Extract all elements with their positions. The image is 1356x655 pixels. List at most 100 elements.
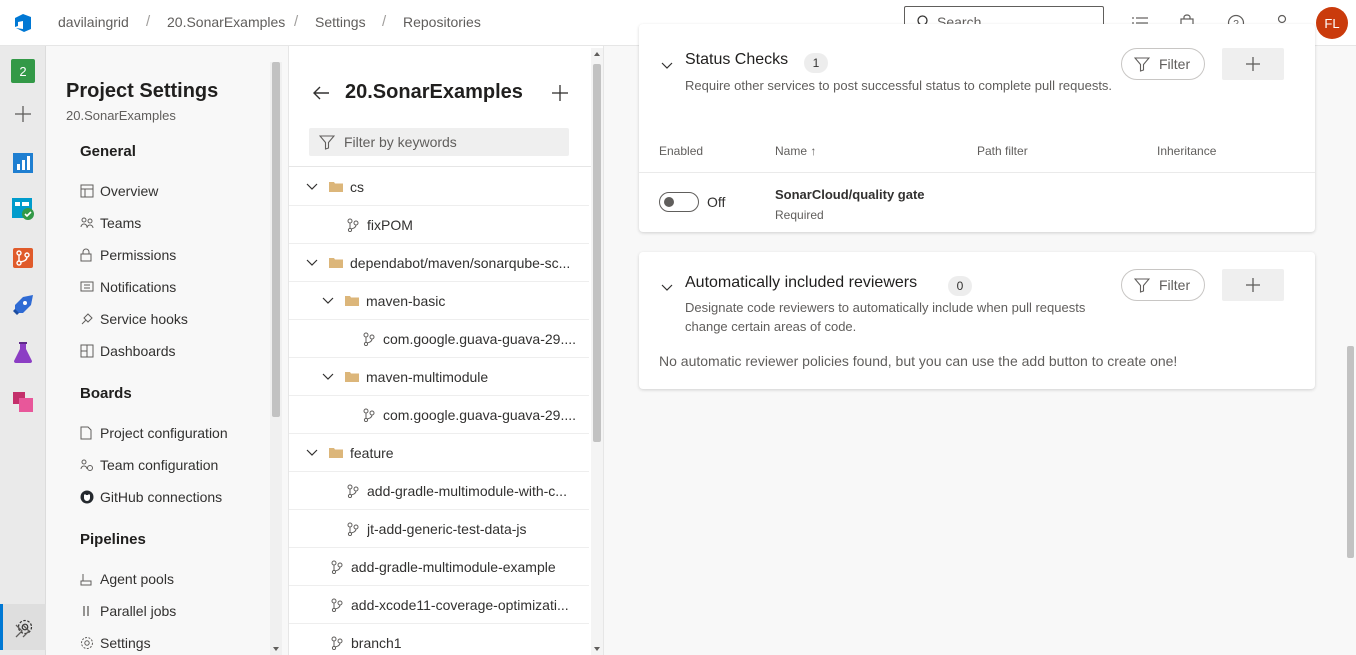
nav-item-label: Project configuration xyxy=(100,425,228,441)
back-arrow-icon[interactable] xyxy=(311,85,331,104)
project-badge[interactable]: 2 xyxy=(10,58,36,84)
nav-item-parallel-jobs[interactable]: Parallel jobs xyxy=(80,599,176,623)
azure-devops-logo[interactable] xyxy=(0,0,46,46)
add-reviewer-button[interactable] xyxy=(1222,269,1284,301)
boards-icon[interactable] xyxy=(10,196,36,222)
add-repo-plus-icon[interactable] xyxy=(551,84,569,105)
nav-item-dashboards[interactable]: Dashboards xyxy=(80,339,176,363)
column-header-inheritance: Inheritance xyxy=(1157,144,1217,158)
status-check-required-label: Required xyxy=(775,208,824,222)
agent-pool-icon xyxy=(80,571,100,587)
collapse-chevron-icon[interactable] xyxy=(661,279,673,295)
tree-row-label: add-gradle-multimodule-example xyxy=(351,558,556,575)
overview-icon[interactable] xyxy=(10,150,36,176)
tree-row-label: add-gradle-multimodule-with-c... xyxy=(367,482,567,499)
folder-icon xyxy=(345,371,359,382)
tree-row-label: branch1 xyxy=(351,634,402,651)
nav-item-label: Permissions xyxy=(100,247,177,263)
table-divider xyxy=(639,172,1315,173)
nav-scrollbar[interactable] xyxy=(270,62,282,655)
collapse-chevron-icon[interactable] xyxy=(661,57,673,73)
nav-item-project-configuration[interactable]: Project configuration xyxy=(80,421,228,445)
status-checks-card: Status Checks 1 Require other services t… xyxy=(639,24,1315,232)
nav-item-teams[interactable]: Teams xyxy=(80,211,141,235)
tree-filter-input[interactable]: Filter by keywords xyxy=(309,128,569,156)
nav-item-team-configuration[interactable]: Team configuration xyxy=(80,453,218,477)
nav-scrollbar-thumb[interactable] xyxy=(272,62,280,417)
overview-icon xyxy=(80,183,100,199)
nav-item-agent-pools[interactable]: Agent pools xyxy=(80,567,174,591)
tree-header: 20.SonarExamples Filter by keywords xyxy=(289,46,591,166)
breadcrumb-organization[interactable]: davilaingrid xyxy=(58,14,129,30)
document-icon xyxy=(80,425,100,441)
tree-row-label: feature xyxy=(350,444,394,461)
status-check-enabled-toggle[interactable] xyxy=(659,192,699,212)
status-check-name[interactable]: SonarCloud/quality gate xyxy=(775,187,925,202)
tree-scrollbar-thumb[interactable] xyxy=(593,64,601,442)
breadcrumb-separator: / xyxy=(294,13,299,30)
tree-row-branch[interactable]: add-gradle-multimodule-with-c... xyxy=(289,472,589,510)
main-scrollbar-thumb[interactable] xyxy=(1347,346,1354,558)
left-rail: 2 xyxy=(0,46,46,655)
chevron-down-icon[interactable] xyxy=(305,183,319,191)
branch-icon xyxy=(347,522,361,536)
tree-row-folder[interactable]: cs xyxy=(289,168,589,206)
nav-item-overview[interactable]: Overview xyxy=(80,179,158,203)
pipelines-icon[interactable] xyxy=(10,292,36,318)
tree-row-folder[interactable]: dependabot/maven/sonarqube-sc... xyxy=(289,244,589,282)
breadcrumb-settings[interactable]: Settings xyxy=(315,14,366,30)
column-header-name[interactable]: Name ↑ xyxy=(775,144,816,158)
expand-chevron-icon[interactable] xyxy=(10,618,36,644)
status-checks-filter-button[interactable]: Filter xyxy=(1121,48,1205,80)
tree-row-label: com.google.guava-guava-29.... xyxy=(383,330,577,347)
tree-row-label: com.google.guava-guava-29.... xyxy=(383,406,577,423)
user-avatar[interactable]: FL xyxy=(1316,7,1348,39)
chevron-down-icon[interactable] xyxy=(321,373,335,381)
reviewers-filter-button[interactable]: Filter xyxy=(1121,269,1205,301)
nav-item-notifications[interactable]: Notifications xyxy=(80,275,176,299)
tree-row-branch[interactable]: com.google.guava-guava-29.... xyxy=(289,320,589,358)
branch-icon xyxy=(363,408,377,422)
project-badge-label: 2 xyxy=(11,59,35,83)
add-status-check-button[interactable] xyxy=(1222,48,1284,80)
project-settings-nav: Project Settings 20.SonarExamples Genera… xyxy=(46,46,286,655)
main-scrollbar[interactable] xyxy=(1345,46,1356,655)
breadcrumb-repositories[interactable]: Repositories xyxy=(403,14,481,30)
breadcrumb-project[interactable]: 20.SonarExamples xyxy=(167,14,285,30)
nav-item-permissions[interactable]: Permissions xyxy=(80,243,176,267)
tree-row-branch[interactable]: add-xcode11-coverage-optimizati... xyxy=(289,586,589,624)
tree-divider xyxy=(289,166,591,167)
reviewers-card: Automatically included reviewers 0 Desig… xyxy=(639,252,1315,389)
test-plans-icon[interactable] xyxy=(10,340,36,366)
tree-row-folder[interactable]: feature xyxy=(289,434,589,472)
nav-item-label: Notifications xyxy=(100,279,177,295)
repos-icon[interactable] xyxy=(10,245,36,271)
chevron-down-icon[interactable] xyxy=(305,449,319,457)
parallel-icon xyxy=(80,603,100,619)
filter-icon xyxy=(1134,56,1150,72)
chevron-down-icon[interactable] xyxy=(305,259,319,267)
chevron-down-icon[interactable] xyxy=(321,297,335,305)
nav-item-service-hooks[interactable]: Service hooks xyxy=(80,307,188,331)
nav-title: Project Settings xyxy=(66,80,219,102)
scroll-down-arrow-icon[interactable] xyxy=(594,647,600,651)
scroll-down-arrow-icon[interactable] xyxy=(273,647,279,651)
tree-row-branch[interactable]: fixPOM xyxy=(289,206,589,244)
plus-icon[interactable] xyxy=(10,101,36,127)
artifacts-icon[interactable] xyxy=(10,389,36,415)
github-icon xyxy=(80,489,100,505)
nav-item-github-connections[interactable]: GitHub connections xyxy=(80,485,222,509)
tree-row-branch[interactable]: jt-add-generic-test-data-js xyxy=(289,510,589,548)
filter-icon xyxy=(319,135,335,150)
branch-icon xyxy=(363,332,377,346)
tree-row-branch[interactable]: branch1 xyxy=(289,624,589,655)
tree-scrollbar[interactable] xyxy=(591,48,603,655)
notification-icon xyxy=(80,279,100,295)
scroll-up-arrow-icon[interactable] xyxy=(594,52,600,56)
tree-row-branch[interactable]: add-gradle-multimodule-example xyxy=(289,548,589,586)
tree-row-folder[interactable]: maven-basic xyxy=(289,282,589,320)
nav-item-settings[interactable]: Settings xyxy=(80,631,151,655)
tree-row-folder[interactable]: maven-multimodule xyxy=(289,358,589,396)
dashboard-icon xyxy=(80,343,100,359)
tree-row-branch[interactable]: com.google.guava-guava-29.... xyxy=(289,396,589,434)
